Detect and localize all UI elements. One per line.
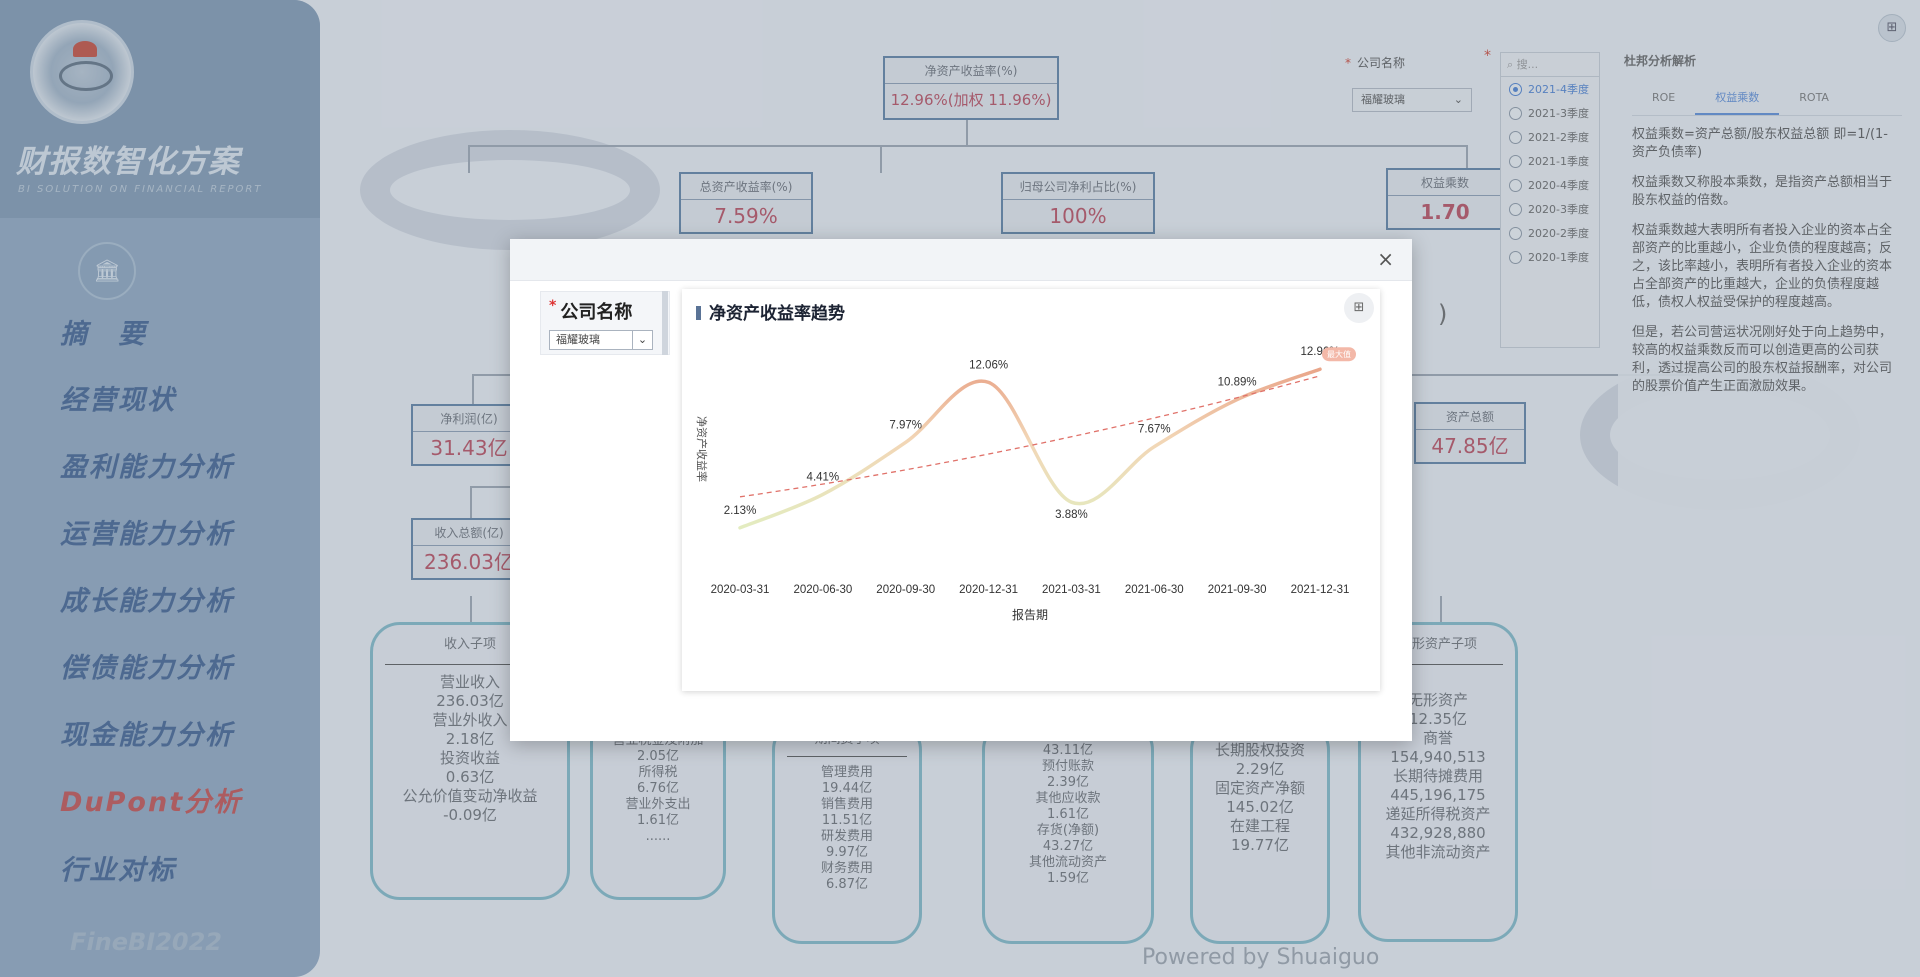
modal-header: ×: [510, 239, 1412, 281]
data-label: 10.89%: [1218, 377, 1257, 389]
trend-modal: × * 公司名称 福耀玻璃 ⌄ 2.13% 4.41% 7.97% 12.06% 3.88…: [510, 239, 1412, 741]
x-tick-label: 2020-03-31: [711, 584, 770, 596]
roe-trend-chart-card: 2.13% 4.41% 7.97% 12.06% 3.88% 7.67% 10.89% 12.…: [682, 289, 1380, 691]
filter-scrollbar[interactable]: [662, 291, 668, 355]
data-label: 3.88%: [1055, 509, 1088, 521]
roe-series-line: [738, 367, 1322, 530]
x-tick-label: 2020-12-31: [959, 584, 1018, 596]
data-label: 7.67%: [1138, 424, 1171, 436]
chevron-down-icon: ⌄: [632, 331, 652, 349]
x-tick-label: 2021-09-30: [1208, 584, 1267, 596]
x-tick-label: 2021-12-31: [1291, 584, 1350, 596]
y-axis-title: 净资产收益率: [695, 416, 709, 482]
x-tick-label: 2020-09-30: [876, 584, 935, 596]
x-tick-label: 2021-06-30: [1125, 584, 1184, 596]
x-tick-label: 2021-03-31: [1042, 584, 1101, 596]
data-label: 12.06%: [969, 359, 1008, 371]
max-badge-text: 最大值: [1327, 349, 1351, 359]
modal-filter-label: * 公司名称: [549, 298, 633, 323]
modal-company-filter: * 公司名称 福耀玻璃 ⌄: [540, 291, 670, 355]
chart-title: 净资产收益率趋势: [696, 299, 845, 324]
data-label: 2.13%: [724, 505, 757, 517]
x-axis-title: 报告期: [1012, 607, 1048, 622]
modal-company-select[interactable]: 福耀玻璃 ⌄: [549, 330, 653, 350]
close-icon[interactable]: ×: [1377, 247, 1394, 271]
data-label: 7.97%: [889, 419, 922, 431]
chart-toolbar-icon[interactable]: ⊞: [1344, 293, 1374, 323]
data-label: 4.41%: [807, 471, 840, 483]
roe-trend-chart: 2.13%4.41%7.97%12.06%3.88%7.67%10.89%12.…: [695, 346, 1356, 622]
x-tick-label: 2020-06-30: [793, 584, 852, 596]
